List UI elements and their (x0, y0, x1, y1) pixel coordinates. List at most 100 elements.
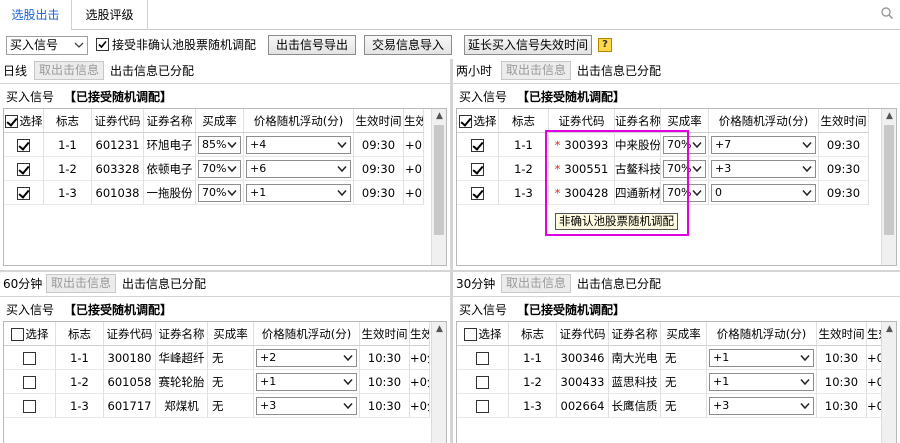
cell-name: 长鹰信质 (609, 394, 661, 418)
row-checkbox[interactable] (23, 376, 36, 389)
table-row[interactable]: 1-2601058赛轮轮胎无 +1 10:30+0分 (4, 370, 432, 394)
cell-time: 10:30 (360, 394, 410, 418)
chevron-down-icon (343, 379, 353, 386)
price-float-select[interactable]: +3 (711, 160, 816, 178)
accept-random-checkbox[interactable] (96, 38, 109, 51)
tab-stock-rating[interactable]: 选股评级 (72, 0, 148, 30)
float-value: +7 (715, 138, 732, 151)
scroll-thumb[interactable] (434, 125, 444, 235)
price-float-select[interactable]: +4 (246, 136, 351, 154)
price-float-select[interactable]: +6 (246, 160, 351, 178)
table-row[interactable]: 1-1300346南大光电无+110:30+0分 (457, 346, 887, 370)
buy-rate-select[interactable]: 85% (198, 136, 241, 154)
signal-subheader: 买入信号 【已接受随机调配】 (6, 88, 172, 106)
float-value: +1 (713, 375, 730, 388)
row-checkbox[interactable] (476, 400, 489, 413)
cell-rate: 无 (661, 394, 707, 418)
help-icon[interactable]: ? (598, 38, 612, 52)
signal-type-select[interactable]: 买入信号 (6, 36, 88, 55)
float-value: +2 (260, 351, 277, 364)
table-header: 选择标志证券代码证券名称买成率价格随机浮动(分)生效时间生效 (457, 322, 887, 346)
cell-code: 300346 (557, 346, 609, 370)
signal-box: 买入信号 【已接受随机调配】 选择 标志 证券代码 证券名称 买成率 价格随机浮动(分) 生效时… (453, 296, 900, 443)
table-row[interactable]: 1-2 603328 依顿电子 70% +6 09:30 +0 (4, 157, 432, 181)
scroll-up-icon[interactable]: ▲ (882, 109, 896, 124)
search-icon[interactable] (880, 6, 894, 20)
cell-flag: 1-2 (509, 370, 557, 394)
select-all-checkbox[interactable] (458, 115, 472, 128)
price-float-select[interactable]: +3 (256, 397, 357, 415)
table-row[interactable]: 1-1300180华峰超纤无 +2 10:30+0分 (4, 346, 432, 370)
import-trade-button[interactable]: 交易信息导入 (364, 35, 452, 55)
take-signal-button[interactable]: 取出击信息 (46, 274, 116, 293)
column-header: 证券名称 (609, 322, 661, 346)
take-signal-button[interactable]: 取出击信息 (501, 274, 571, 293)
cell-float: +2 (254, 346, 360, 370)
column-header: 标志 (44, 109, 92, 133)
buy-rate-select[interactable]: 70% (198, 160, 241, 178)
signal-box: 买入信号 【已接受随机调配】 选择 标志 证券代码 证券名称 买成率 价格随机浮动(分) 生效时… (0, 83, 450, 270)
vertical-scrollbar[interactable]: ▲ (881, 109, 896, 265)
scroll-up-icon[interactable]: ▲ (432, 322, 446, 337)
cell-checked (4, 181, 44, 205)
price-float-select[interactable]: +3 (709, 397, 814, 415)
select-all-checkbox[interactable] (10, 328, 24, 341)
column-header: 选择 (4, 109, 44, 133)
extend-signal-button[interactable]: 延长买入信号失效时间 (464, 35, 592, 55)
cell-float: +3 (707, 394, 817, 418)
panel-header: 日线 取出击信息 出击信息已分配 (0, 60, 450, 82)
price-float-select[interactable]: 0 (711, 184, 816, 202)
chevron-down-icon (802, 166, 812, 173)
signal-table: 选择标志证券代码证券名称买成率价格随机浮动(分)生效时间生效1-1300180华… (3, 321, 447, 443)
cell-float: +1 (707, 370, 817, 394)
row-checkbox[interactable] (23, 400, 36, 413)
export-signal-button[interactable]: 出击信号导出 (268, 35, 356, 55)
row-checkbox[interactable] (471, 139, 484, 152)
table-row[interactable]: 1-2300433蓝思科技无+110:30+0分 (457, 370, 887, 394)
table-row[interactable]: 1-3 601038 一拖股份 70% +1 09:30 +0 (4, 181, 432, 205)
price-float-select[interactable]: +1 (256, 373, 357, 391)
table-row[interactable]: 1-3601717郑煤机无 +3 10:30+0分 (4, 394, 432, 418)
vertical-scrollbar[interactable]: ▲ (431, 322, 446, 443)
period-label: 30分钟 (456, 277, 496, 291)
scroll-up-icon[interactable]: ▲ (882, 322, 896, 337)
row-checkbox[interactable] (471, 187, 484, 200)
cell-time: 09:30 (354, 181, 404, 205)
row-checkbox[interactable] (476, 352, 489, 365)
row-checkbox[interactable] (23, 352, 36, 365)
scroll-thumb[interactable] (884, 125, 894, 235)
take-signal-button[interactable]: 取出击信息 (501, 61, 571, 80)
price-float-select[interactable]: +1 (709, 349, 814, 367)
select-all-checkbox[interactable] (4, 115, 18, 128)
float-value: +1 (260, 375, 277, 388)
column-header: 选择 (457, 109, 499, 133)
row-checkbox[interactable] (17, 187, 30, 200)
column-header: 价格随机浮动(分) (244, 109, 354, 133)
vertical-scrollbar[interactable]: ▲ (431, 109, 446, 265)
cell-extra: +0分 (410, 346, 430, 370)
column-header-label: 选择 (473, 114, 497, 128)
price-float-select[interactable]: +2 (256, 349, 357, 367)
row-checkbox[interactable] (471, 163, 484, 176)
vertical-scrollbar[interactable]: ▲ (881, 322, 896, 443)
chevron-down-icon (802, 190, 812, 197)
check-icon (98, 40, 107, 49)
chevron-down-icon (800, 379, 810, 386)
table-row[interactable]: 1-1 601231 环旭电子 85% +4 09:30 +0 (4, 133, 432, 157)
buy-rate-select[interactable]: 70% (198, 184, 241, 202)
price-float-select[interactable]: +1 (709, 373, 814, 391)
row-checkbox[interactable] (476, 376, 489, 389)
price-float-select[interactable]: +1 (246, 184, 351, 202)
take-signal-button[interactable]: 取出击信息 (34, 61, 104, 80)
row-checkbox[interactable] (17, 163, 30, 176)
accept-random-label: 接受非确认池股票随机调配 (112, 38, 257, 52)
table-row[interactable]: 1-3002664长鹰信质无+310:30+0分 (457, 394, 887, 418)
price-float-select[interactable]: +7 (711, 136, 816, 154)
tab-stock-attack[interactable]: 选股出击 (0, 0, 72, 31)
cell-time: 10:30 (360, 370, 410, 394)
cell-time: 09:30 (354, 133, 404, 157)
row-checkbox[interactable] (17, 139, 30, 152)
scroll-up-icon[interactable]: ▲ (432, 109, 446, 124)
select-all-checkbox[interactable] (463, 328, 477, 341)
cell-flag: 1-2 (499, 157, 549, 181)
